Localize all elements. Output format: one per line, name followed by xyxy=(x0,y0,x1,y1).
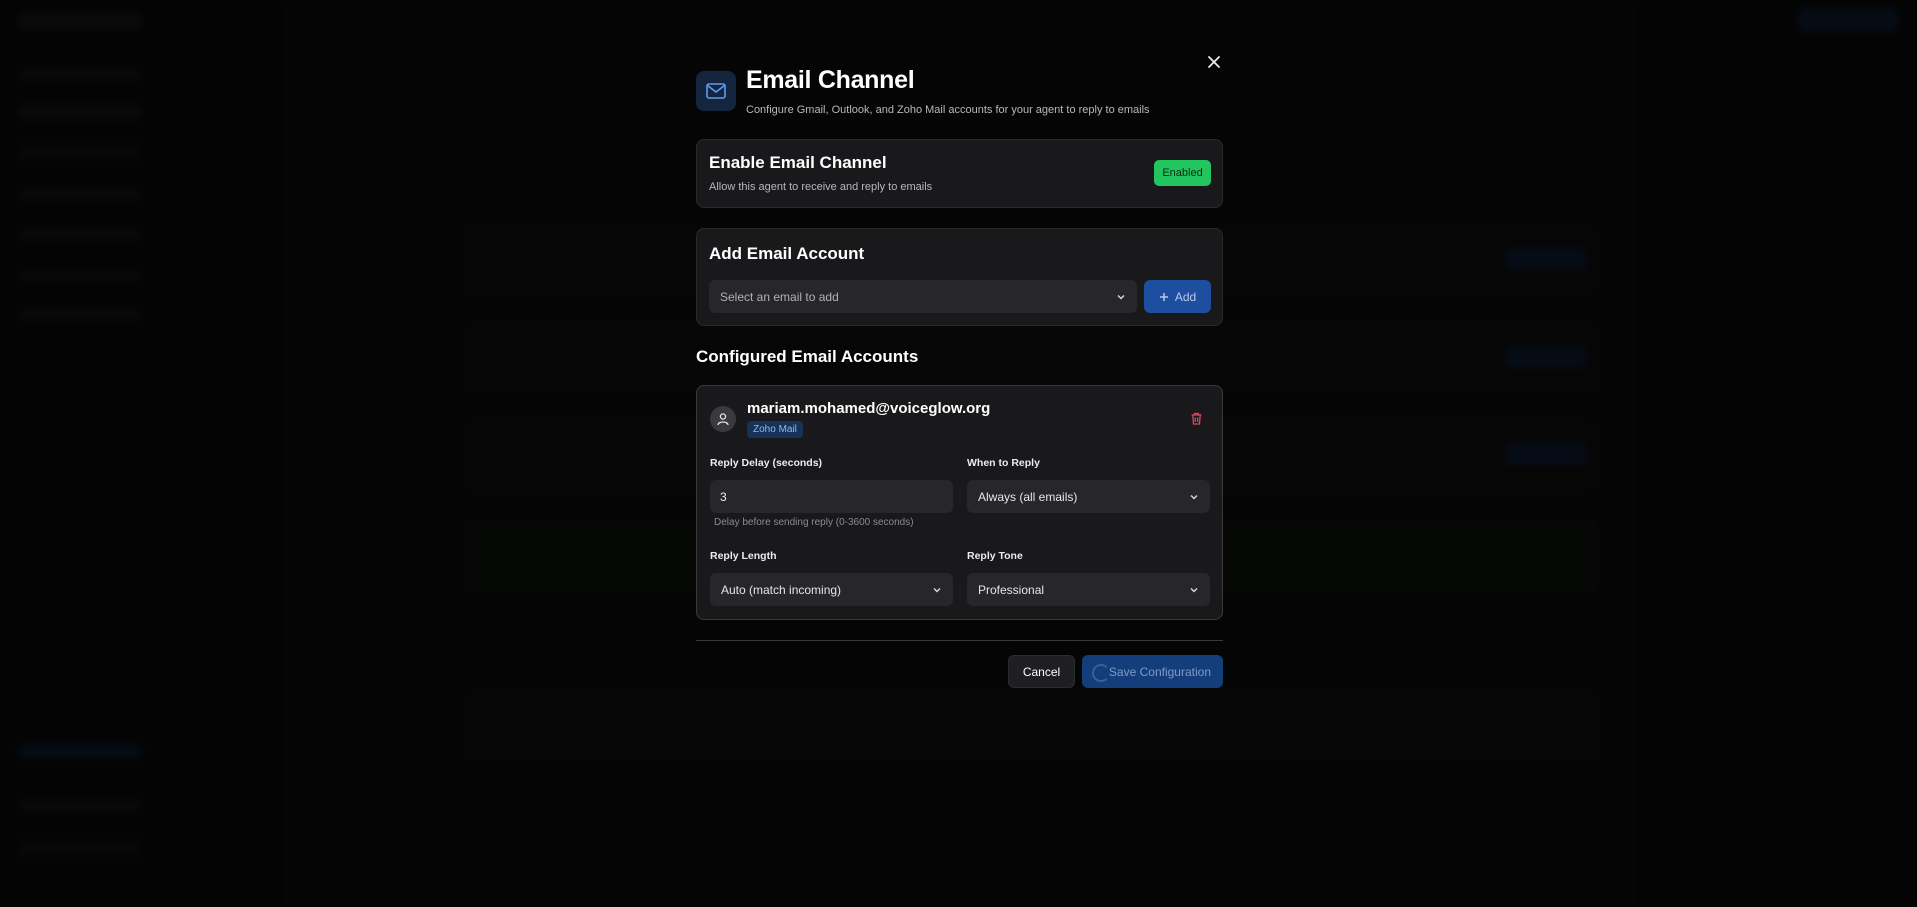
reply-length-value: Auto (match incoming) xyxy=(721,582,842,597)
reply-delay-hint: Delay before sending reply (0-3600 secon… xyxy=(714,517,914,528)
reply-length-select[interactable]: Auto (match incoming) xyxy=(710,573,953,606)
trash-icon[interactable] xyxy=(1189,411,1204,426)
enabled-toggle-button[interactable]: Enabled xyxy=(1154,160,1211,186)
provider-badge: Zoho Mail xyxy=(747,421,803,438)
reply-delay-input[interactable]: 3 xyxy=(710,480,953,513)
loading-spinner-icon xyxy=(1092,664,1110,682)
email-select[interactable]: Select an email to add xyxy=(709,280,1137,313)
reply-delay-label: Reply Delay (seconds) xyxy=(710,457,823,469)
enable-email-description: Allow this agent to receive and reply to… xyxy=(709,181,933,193)
reply-tone-select[interactable]: Professional xyxy=(967,573,1210,606)
when-to-reply-label: When to Reply xyxy=(967,457,1040,469)
reply-length-label: Reply Length xyxy=(710,550,777,562)
add-email-button[interactable]: Add xyxy=(1144,280,1211,313)
chevron-down-icon xyxy=(1190,494,1198,500)
chevron-down-icon xyxy=(1117,294,1125,300)
mail-icon xyxy=(696,71,736,111)
footer-divider xyxy=(696,640,1223,641)
email-select-placeholder: Select an email to add xyxy=(720,289,839,304)
reply-tone-label: Reply Tone xyxy=(967,550,1023,562)
cancel-button[interactable]: Cancel xyxy=(1008,655,1075,688)
when-to-reply-select[interactable]: Always (all emails) xyxy=(967,480,1210,513)
add-email-account-title: Add Email Account xyxy=(709,244,865,263)
save-configuration-label: Save Configuration xyxy=(1108,664,1211,679)
reply-tone-value: Professional xyxy=(978,582,1045,597)
chevron-down-icon xyxy=(933,587,941,593)
modal-subtitle: Configure Gmail, Outlook, and Zoho Mail … xyxy=(746,104,1150,116)
plus-icon xyxy=(1159,292,1168,301)
user-icon xyxy=(710,406,736,432)
when-to-reply-value: Always (all emails) xyxy=(978,489,1078,504)
save-configuration-button[interactable]: Save Configuration xyxy=(1082,655,1223,688)
configured-accounts-title: Configured Email Accounts xyxy=(696,347,919,366)
account-email: mariam.mohamed@voiceglow.org xyxy=(747,400,991,417)
enable-email-card xyxy=(696,139,1223,208)
add-email-button-label: Add xyxy=(1174,289,1197,304)
modal-title: Email Channel xyxy=(746,66,915,94)
close-icon[interactable] xyxy=(1203,52,1225,74)
chevron-down-icon xyxy=(1190,587,1198,593)
enable-email-title: Enable Email Channel xyxy=(709,153,887,172)
